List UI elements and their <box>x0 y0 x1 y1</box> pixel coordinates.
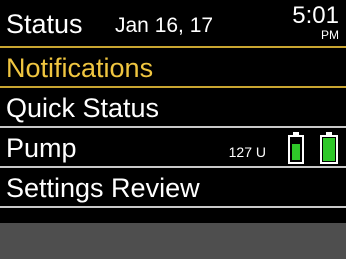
menu-item-label: Notifications <box>6 53 154 83</box>
menu-item-quick-status[interactable]: Quick Status <box>0 88 346 128</box>
menu-item-label: Pump <box>6 133 77 163</box>
header-date: Jan 16, 17 <box>115 14 214 37</box>
menu-item-settings-review[interactable]: Settings Review <box>0 168 346 208</box>
menu-item-label: Quick Status <box>6 93 160 123</box>
footer-bar <box>0 223 346 259</box>
menu-item-notifications[interactable]: Notifications <box>0 48 346 88</box>
insulin-reservoir-icon <box>288 132 304 164</box>
menu-item-label: Settings Review <box>6 173 200 203</box>
header-time: 5:01 <box>292 2 339 29</box>
status-header: Status Jan 16, 17 5:01 PM <box>0 0 346 48</box>
reservoir-units: 127 U <box>228 144 266 160</box>
pump-status-screen: Status Jan 16, 17 5:01 PM Notifications … <box>0 0 346 259</box>
header-ampm: PM <box>321 28 339 42</box>
battery-full-icon <box>320 132 338 164</box>
pump-status-indicators: 127 U <box>228 130 338 166</box>
page-title: Status <box>6 9 83 39</box>
menu-item-pump[interactable]: Pump 127 U <box>0 128 346 168</box>
